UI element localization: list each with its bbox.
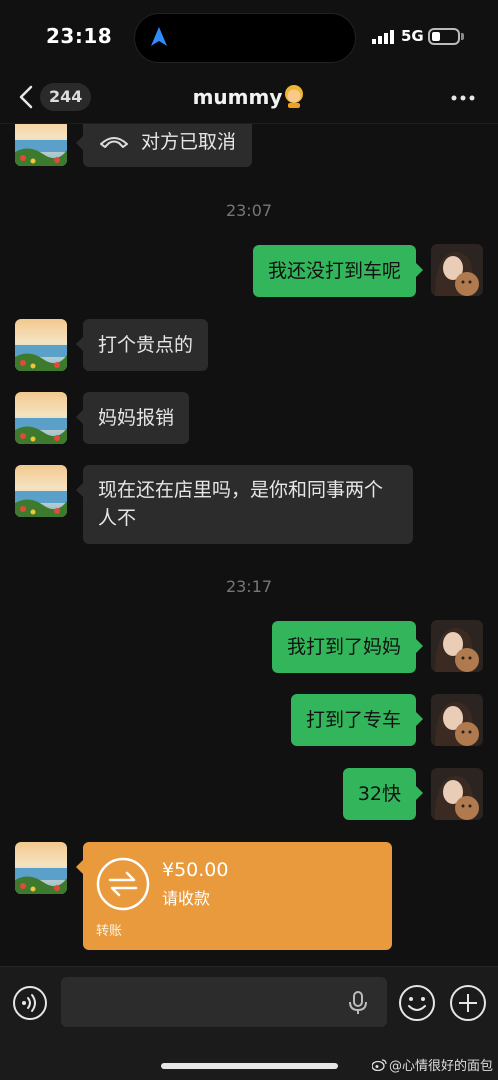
chat-header: 244 mummy	[0, 74, 498, 124]
message-input[interactable]	[61, 977, 387, 1027]
my-avatar[interactable]	[431, 694, 483, 746]
watermark-text: @心情很好的面包	[389, 1059, 494, 1074]
weibo-logo-icon	[372, 1059, 387, 1071]
call-status-text: 对方已取消	[141, 131, 237, 153]
transfer-amount: ¥50.00	[162, 859, 229, 881]
received-message-bubble[interactable]: 妈妈报销	[75, 392, 190, 444]
watermark: @心情很好的面包	[372, 1055, 493, 1074]
message-list[interactable]: 对方已取消 23:07 我还没打到车呢 打个贵点的 妈妈报销 现在还在店里吗，是…	[0, 124, 498, 966]
emoji-icon[interactable]	[398, 984, 436, 1022]
phone-hangup-icon	[100, 137, 128, 148]
status-bar: 23:18 5G	[0, 0, 498, 74]
transfer-arrows-icon	[96, 857, 150, 911]
message-text: 我打到了妈妈	[286, 636, 401, 658]
network-type: 5G	[401, 27, 424, 45]
transfer-status: 请收款	[162, 889, 211, 908]
contact-name: mummy	[192, 85, 283, 109]
message-text: 现在还在店里吗，是你和同事两个人不	[98, 479, 384, 529]
message-text: 打个贵点的	[98, 334, 194, 356]
home-indicator[interactable]	[161, 1063, 338, 1069]
sent-message-bubble[interactable]: 我还没打到车呢	[252, 245, 424, 297]
received-message-bubble[interactable]: 现在还在店里吗，是你和同事两个人不	[76, 465, 413, 544]
transfer-label: 转账	[96, 924, 123, 939]
status-time: 23:18	[46, 24, 113, 48]
microphone-icon[interactable]	[348, 991, 368, 1015]
my-avatar[interactable]	[431, 768, 483, 820]
contact-avatar[interactable]	[15, 124, 67, 166]
contact-avatar[interactable]	[15, 319, 67, 371]
navigation-arrow-icon	[151, 27, 167, 46]
battery-tip	[461, 33, 464, 40]
sent-message-bubble[interactable]: 32快	[342, 768, 424, 820]
message-text: 打到了专车	[305, 709, 401, 731]
sent-message-bubble[interactable]: 我打到了妈妈	[271, 621, 424, 673]
plus-icon[interactable]	[449, 984, 487, 1022]
chat-title: mummy	[0, 84, 498, 109]
transfer-card[interactable]: ¥50.00 请收款 转账	[76, 842, 392, 950]
woman-emoji-icon	[285, 85, 304, 108]
message-text: 我还没打到车呢	[267, 260, 401, 282]
battery-icon	[428, 28, 460, 45]
timestamp: 23:17	[225, 577, 273, 596]
my-avatar[interactable]	[431, 620, 483, 672]
contact-avatar[interactable]	[15, 842, 67, 894]
received-message-bubble[interactable]: 打个贵点的	[75, 319, 209, 371]
timestamp: 23:07	[225, 201, 273, 220]
signal-icon	[372, 30, 394, 44]
contact-avatar[interactable]	[15, 465, 67, 517]
contact-avatar[interactable]	[15, 392, 67, 444]
sent-message-bubble[interactable]: 打到了专车	[290, 694, 424, 746]
message-text: 32快	[357, 783, 401, 805]
more-options-icon[interactable]	[450, 94, 476, 102]
voice-mode-icon[interactable]	[12, 985, 48, 1021]
input-bar: @心情很好的面包	[0, 966, 498, 1080]
message-text: 妈妈报销	[98, 407, 175, 429]
call-status-bubble[interactable]: 对方已取消	[75, 124, 253, 167]
my-avatar[interactable]	[431, 244, 483, 296]
